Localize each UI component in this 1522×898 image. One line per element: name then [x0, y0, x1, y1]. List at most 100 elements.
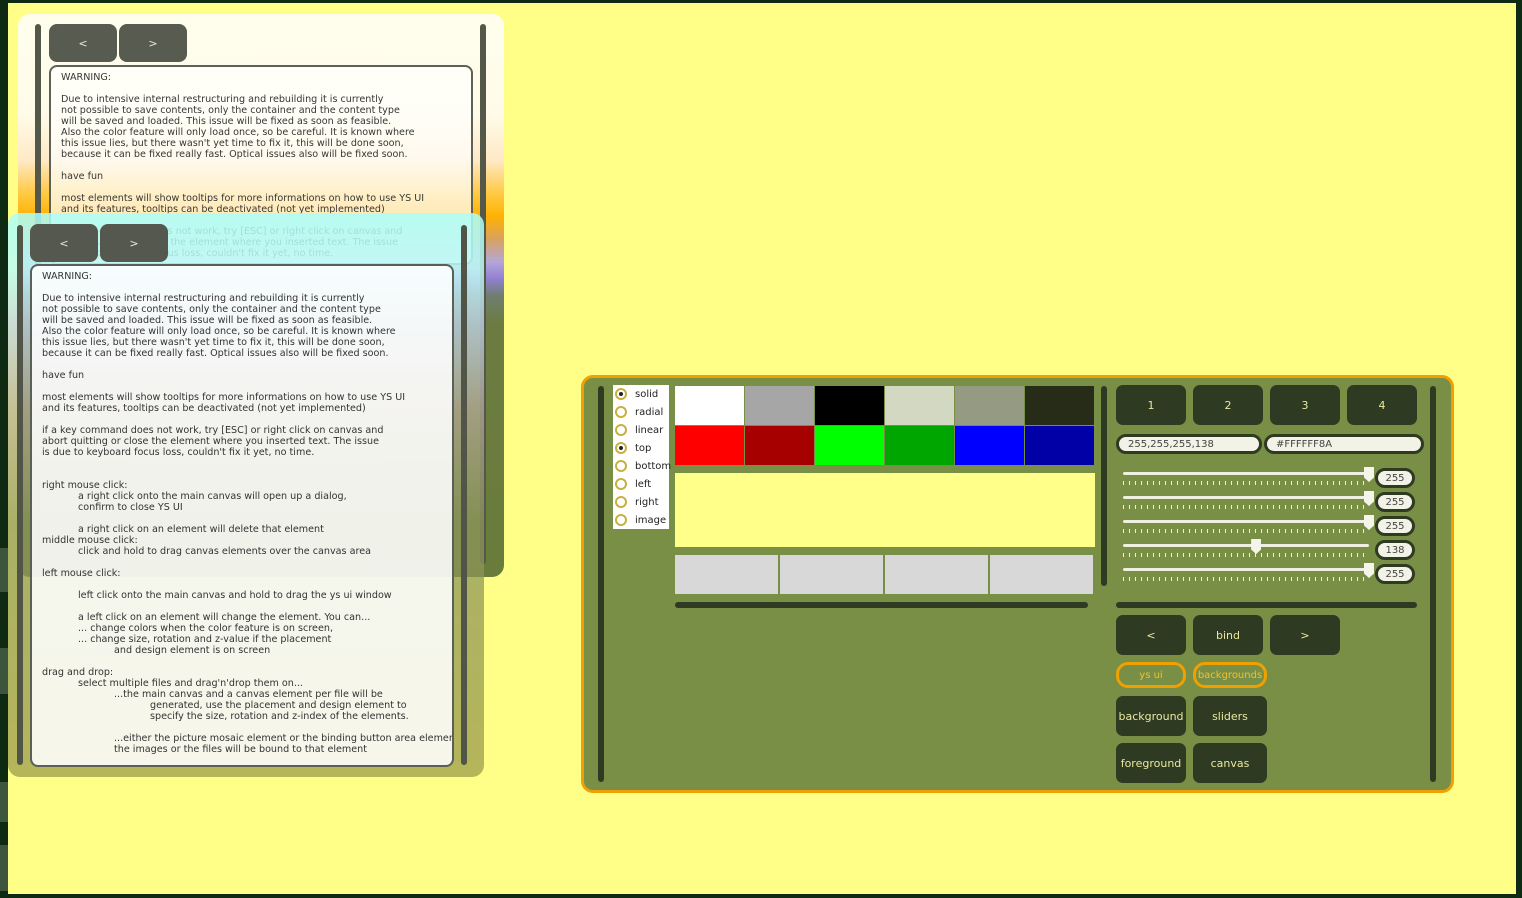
- color-slot[interactable]: [675, 555, 778, 594]
- slider-track[interactable]: [1123, 568, 1369, 571]
- color-slot[interactable]: [780, 555, 883, 594]
- fill-mode-label: left: [635, 478, 652, 490]
- section-title: right mouse click:: [42, 480, 128, 491]
- main-canvas[interactable]: < > WARNING: Due to intensive internal r…: [8, 3, 1516, 894]
- slider-value[interactable]: 255: [1375, 564, 1415, 584]
- slider-thumb[interactable]: [1251, 539, 1262, 554]
- widget-scrollbar[interactable]: [598, 386, 604, 782]
- slider-ticks: [1123, 481, 1369, 485]
- color-swatch[interactable]: [885, 426, 954, 465]
- bind-button[interactable]: bind: [1193, 615, 1263, 655]
- slider-thumb[interactable]: [1364, 515, 1374, 530]
- slider-value[interactable]: 255: [1375, 516, 1415, 536]
- text-line: ... change size, rotation and z-value if…: [78, 634, 332, 645]
- slider-value[interactable]: 255: [1375, 468, 1415, 488]
- prev-button[interactable]: <: [1116, 615, 1186, 655]
- fill-mode-option[interactable]: solid: [613, 385, 673, 403]
- tab-4[interactable]: 4: [1347, 385, 1417, 425]
- warning-title: WARNING:: [61, 72, 112, 83]
- radio-icon[interactable]: [615, 424, 627, 436]
- color-swatch[interactable]: [675, 386, 744, 425]
- slider-thumb[interactable]: [1364, 491, 1374, 506]
- fill-mode-label: top: [635, 442, 652, 454]
- palette-scrollbar[interactable]: [675, 602, 1088, 608]
- prev-button[interactable]: <: [30, 224, 98, 262]
- slider-ticks: [1123, 529, 1369, 533]
- color-swatch[interactable]: [815, 426, 884, 465]
- tab-2[interactable]: 2: [1193, 385, 1263, 425]
- fill-mode-option[interactable]: linear: [613, 421, 673, 439]
- next-button[interactable]: >: [119, 24, 187, 62]
- canvas-button[interactable]: canvas: [1193, 743, 1267, 783]
- color-slider[interactable]: 255: [1119, 491, 1419, 512]
- slider-track[interactable]: [1123, 472, 1369, 475]
- text-line: Due to intensive internal restructuring …: [61, 94, 384, 105]
- color-swatch[interactable]: [885, 386, 954, 425]
- color-swatch[interactable]: [955, 426, 1024, 465]
- color-slider[interactable]: 255: [1119, 515, 1419, 536]
- backgrounds-target-button[interactable]: backgrounds: [1193, 662, 1267, 688]
- radio-icon[interactable]: [615, 388, 627, 400]
- slider-track[interactable]: [1123, 496, 1369, 499]
- color-swatch[interactable]: [745, 386, 814, 425]
- radio-icon[interactable]: [615, 478, 627, 490]
- color-slot[interactable]: [885, 555, 988, 594]
- sliders-scrollbar[interactable]: [1116, 602, 1417, 608]
- background-button[interactable]: background: [1116, 696, 1186, 736]
- radio-icon[interactable]: [615, 442, 627, 454]
- slider-value[interactable]: 138: [1375, 540, 1415, 560]
- color-preview: [675, 473, 1095, 547]
- color-swatch[interactable]: [1025, 386, 1094, 425]
- ys-ui-target-button[interactable]: ys ui: [1116, 662, 1186, 688]
- radio-icon[interactable]: [615, 514, 627, 526]
- text-line: ... change colors when the color feature…: [78, 623, 333, 634]
- color-picker-widget[interactable]: solid radial linear top bottom left right image…: [581, 375, 1454, 793]
- radio-icon[interactable]: [615, 406, 627, 418]
- fill-mode-option[interactable]: image: [613, 511, 673, 529]
- text-line: click and hold to drag canvas elements o…: [78, 546, 371, 557]
- next-button[interactable]: >: [100, 224, 168, 262]
- widget-scrollbar[interactable]: [1101, 386, 1107, 586]
- fill-mode-option[interactable]: radial: [613, 403, 673, 421]
- color-slot[interactable]: [990, 555, 1093, 594]
- slider-track[interactable]: [1123, 520, 1369, 523]
- fill-mode-option[interactable]: top: [613, 439, 673, 457]
- fill-mode-label: radial: [635, 406, 664, 418]
- color-swatch[interactable]: [745, 426, 814, 465]
- next-button[interactable]: >: [1270, 615, 1340, 655]
- text-line: select multiple files and drag'n'drop th…: [78, 678, 303, 689]
- color-swatch[interactable]: [815, 386, 884, 425]
- sliders-button[interactable]: sliders: [1193, 696, 1267, 736]
- radio-icon[interactable]: [615, 460, 627, 472]
- info-panel-front[interactable]: < > WARNING: Due to intensive internal r…: [8, 213, 484, 777]
- slider-thumb[interactable]: [1364, 563, 1374, 578]
- info-textbox[interactable]: WARNING: Due to intensive internal restr…: [30, 264, 454, 767]
- panel-scrollbar[interactable]: [17, 225, 23, 765]
- text-line: abort quitting or close the element wher…: [42, 436, 380, 447]
- prev-button[interactable]: <: [49, 24, 117, 62]
- slider-thumb[interactable]: [1364, 467, 1374, 482]
- rgba-input[interactable]: 255,255,255,138: [1116, 434, 1262, 454]
- color-swatch[interactable]: [675, 426, 744, 465]
- color-slider[interactable]: 255: [1119, 563, 1419, 584]
- fill-mode-option[interactable]: right: [613, 493, 673, 511]
- slider-value[interactable]: 255: [1375, 492, 1415, 512]
- color-swatch[interactable]: [1025, 426, 1094, 465]
- tab-3[interactable]: 3: [1270, 385, 1340, 425]
- slider-track[interactable]: [1123, 544, 1369, 547]
- radio-icon[interactable]: [615, 496, 627, 508]
- fill-mode-option[interactable]: bottom: [613, 457, 673, 475]
- text-line: and its features, tooltips can be deacti…: [42, 403, 366, 414]
- color-swatch[interactable]: [955, 386, 1024, 425]
- panel-scrollbar[interactable]: [461, 225, 467, 765]
- slider-ticks: [1123, 577, 1369, 581]
- color-slider[interactable]: 138: [1119, 539, 1419, 560]
- fill-mode-option[interactable]: left: [613, 475, 673, 493]
- foreground-button[interactable]: foreground: [1116, 743, 1186, 783]
- text-line: generated, use the placement and design …: [150, 700, 407, 711]
- widget-scrollbar[interactable]: [1430, 386, 1436, 782]
- text-line: Due to intensive internal restructuring …: [42, 293, 365, 304]
- color-slider[interactable]: 255: [1119, 467, 1419, 488]
- hex-input[interactable]: #FFFFFF8A: [1264, 434, 1424, 454]
- tab-1[interactable]: 1: [1116, 385, 1186, 425]
